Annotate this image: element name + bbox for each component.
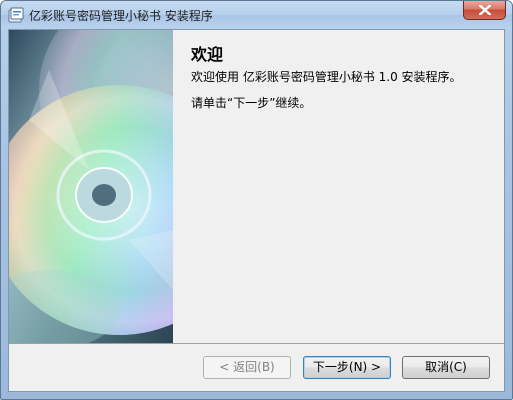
back-button[interactable]: < 返回(B) [203,356,291,379]
window-title: 亿彩账号密码管理小秘书 安装程序 [29,9,213,23]
cd-disc-image [9,30,173,343]
button-bar: < 返回(B) 下一步(N) > 取消(C) [9,343,504,391]
instruction-text: 请单击“下一步”继续。 [191,96,312,110]
welcome-panel: 欢迎 欢迎使用 亿彩账号密码管理小秘书 1.0 安装程序。 请单击“下一步”继续… [173,30,504,343]
welcome-message: 欢迎使用 亿彩账号密码管理小秘书 1.0 安装程序。 [191,70,462,84]
title-bar[interactable]: 亿彩账号密码管理小秘书 安装程序 [1,1,512,29]
close-icon [479,5,491,15]
next-button[interactable]: 下一步(N) > [303,356,391,379]
wizard-body: 欢迎 欢迎使用 亿彩账号密码管理小秘书 1.0 安装程序。 请单击“下一步”继续… [8,29,505,392]
installer-window: 亿彩账号密码管理小秘书 安装程序 欢迎 欢迎使用 亿彩账号密码管理小秘书 1.0… [0,0,513,400]
installer-icon [8,7,24,23]
cancel-button[interactable]: 取消(C) [402,356,490,379]
page-title: 欢迎 [191,45,224,64]
close-button[interactable] [463,1,506,20]
